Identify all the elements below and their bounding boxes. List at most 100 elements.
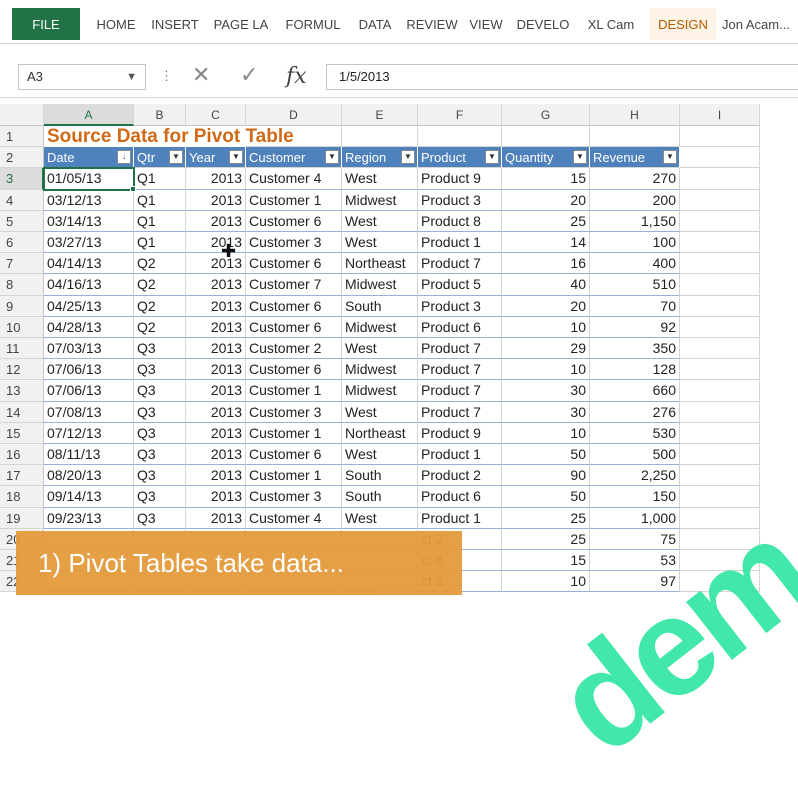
table-cell[interactable]: Customer 2 xyxy=(246,338,342,360)
table-cell[interactable]: Q2 xyxy=(134,316,186,338)
table-cell[interactable]: Product 3 xyxy=(418,189,502,211)
table-cell[interactable]: Product 3 xyxy=(418,295,502,317)
table-cell[interactable]: Northeast xyxy=(342,253,418,275)
table-cell[interactable]: 30 xyxy=(502,380,590,402)
column-header-i[interactable]: I xyxy=(680,104,760,126)
table-header-product[interactable]: Product ▼ xyxy=(418,147,502,169)
table-cell[interactable]: 2013 xyxy=(186,253,246,275)
table-cell[interactable]: Q2 xyxy=(134,295,186,317)
table-cell[interactable]: Q3 xyxy=(134,422,186,444)
cell[interactable] xyxy=(680,210,760,232)
table-cell[interactable]: Customer 1 xyxy=(246,422,342,444)
row-header[interactable]: 2 xyxy=(0,147,44,169)
row-header[interactable]: 7 xyxy=(0,253,44,275)
table-cell[interactable]: 10 xyxy=(502,571,590,593)
table-cell[interactable]: 90 xyxy=(502,465,590,487)
table-cell[interactable]: 50 xyxy=(502,486,590,508)
row-header[interactable]: 5 xyxy=(0,210,44,232)
cell[interactable] xyxy=(418,126,502,148)
cell[interactable] xyxy=(502,126,590,148)
column-header-b[interactable]: B xyxy=(134,104,186,126)
filter-dropdown-icon[interactable]: ▼ xyxy=(169,150,183,165)
row-header[interactable]: 19 xyxy=(0,507,44,529)
table-cell[interactable]: Customer 4 xyxy=(246,507,342,529)
table-cell[interactable]: 2013 xyxy=(186,422,246,444)
table-cell[interactable]: Midwest xyxy=(342,359,418,381)
table-cell[interactable]: 07/06/13 xyxy=(44,380,134,402)
table-cell[interactable]: 04/28/13 xyxy=(44,316,134,338)
table-cell[interactable]: 2013 xyxy=(186,189,246,211)
table-cell[interactable]: 14 xyxy=(502,232,590,254)
tab-page-layout[interactable]: PAGE LA xyxy=(206,8,276,40)
table-cell[interactable]: Midwest xyxy=(342,189,418,211)
table-header-customer[interactable]: Customer ▼ xyxy=(246,147,342,169)
table-cell[interactable]: Midwest xyxy=(342,380,418,402)
table-cell[interactable]: 2013 xyxy=(186,232,246,254)
table-cell[interactable]: 15 xyxy=(502,168,590,190)
row-header[interactable]: 13 xyxy=(0,380,44,402)
table-header-year[interactable]: Year ▼ xyxy=(186,147,246,169)
cell[interactable] xyxy=(680,147,760,169)
table-cell[interactable]: 150 xyxy=(590,486,680,508)
table-cell[interactable]: Product 1 xyxy=(418,232,502,254)
table-cell[interactable]: 16 xyxy=(502,253,590,275)
table-cell[interactable]: West xyxy=(342,232,418,254)
fill-handle[interactable] xyxy=(130,185,136,192)
table-cell[interactable]: Product 7 xyxy=(418,401,502,423)
table-cell[interactable]: Customer 6 xyxy=(246,444,342,466)
row-header[interactable]: 16 xyxy=(0,444,44,466)
table-cell[interactable]: West xyxy=(342,338,418,360)
table-cell[interactable]: Midwest xyxy=(342,316,418,338)
table-cell[interactable]: 660 xyxy=(590,380,680,402)
row-header[interactable]: 14 xyxy=(0,401,44,423)
table-cell[interactable]: Q1 xyxy=(134,210,186,232)
cell[interactable] xyxy=(342,126,418,148)
filter-dropdown-icon[interactable]: ▼ xyxy=(325,150,339,165)
table-cell[interactable]: Customer 6 xyxy=(246,316,342,338)
table-cell[interactable]: 2013 xyxy=(186,338,246,360)
table-cell[interactable]: 92 xyxy=(590,316,680,338)
tab-home[interactable]: HOME xyxy=(88,8,144,40)
table-cell[interactable]: Customer 3 xyxy=(246,401,342,423)
table-cell[interactable]: 20 xyxy=(502,295,590,317)
insert-function-icon[interactable]: fx xyxy=(286,64,307,89)
table-cell[interactable]: Q3 xyxy=(134,465,186,487)
table-cell[interactable]: 70 xyxy=(590,295,680,317)
table-cell[interactable]: 03/12/13 xyxy=(44,189,134,211)
cell[interactable] xyxy=(680,253,760,275)
table-header-qtr[interactable]: Qtr ▼ xyxy=(134,147,186,169)
table-cell[interactable]: 510 xyxy=(590,274,680,296)
table-header-date[interactable]: Date ↓ xyxy=(44,147,134,169)
table-cell[interactable]: 2013 xyxy=(186,486,246,508)
column-header-h[interactable]: H xyxy=(590,104,680,126)
tab-design[interactable]: DESIGN xyxy=(650,8,716,40)
table-cell[interactable]: 2013 xyxy=(186,507,246,529)
filter-dropdown-icon[interactable]: ▼ xyxy=(573,150,587,165)
table-cell[interactable]: 1,150 xyxy=(590,210,680,232)
file-tab[interactable]: FILE xyxy=(12,8,80,40)
table-cell[interactable]: Q3 xyxy=(134,380,186,402)
table-cell[interactable]: Q1 xyxy=(134,168,186,190)
filter-dropdown-icon[interactable]: ▼ xyxy=(485,150,499,165)
row-header[interactable]: 11 xyxy=(0,338,44,360)
table-cell[interactable]: 03/27/13 xyxy=(44,232,134,254)
table-cell[interactable]: 2013 xyxy=(186,465,246,487)
table-cell[interactable]: 20 xyxy=(502,189,590,211)
table-cell[interactable]: 04/16/13 xyxy=(44,274,134,296)
table-cell[interactable]: 200 xyxy=(590,189,680,211)
table-cell[interactable]: 03/14/13 xyxy=(44,210,134,232)
cell[interactable] xyxy=(680,401,760,423)
enter-icon[interactable]: ✓ xyxy=(240,62,258,88)
table-cell[interactable]: 25 xyxy=(502,507,590,529)
table-cell[interactable]: 08/11/13 xyxy=(44,444,134,466)
column-header-f[interactable]: F xyxy=(418,104,502,126)
row-header[interactable]: 1 xyxy=(0,126,44,148)
table-cell[interactable]: Product 7 xyxy=(418,359,502,381)
table-cell[interactable]: South xyxy=(342,465,418,487)
cell[interactable] xyxy=(680,126,760,148)
table-cell[interactable]: Product 6 xyxy=(418,486,502,508)
table-cell[interactable]: Product 1 xyxy=(418,444,502,466)
filter-dropdown-icon[interactable]: ▼ xyxy=(229,150,243,165)
user-name[interactable]: Jon Acam... xyxy=(722,8,798,40)
cell[interactable] xyxy=(680,359,760,381)
